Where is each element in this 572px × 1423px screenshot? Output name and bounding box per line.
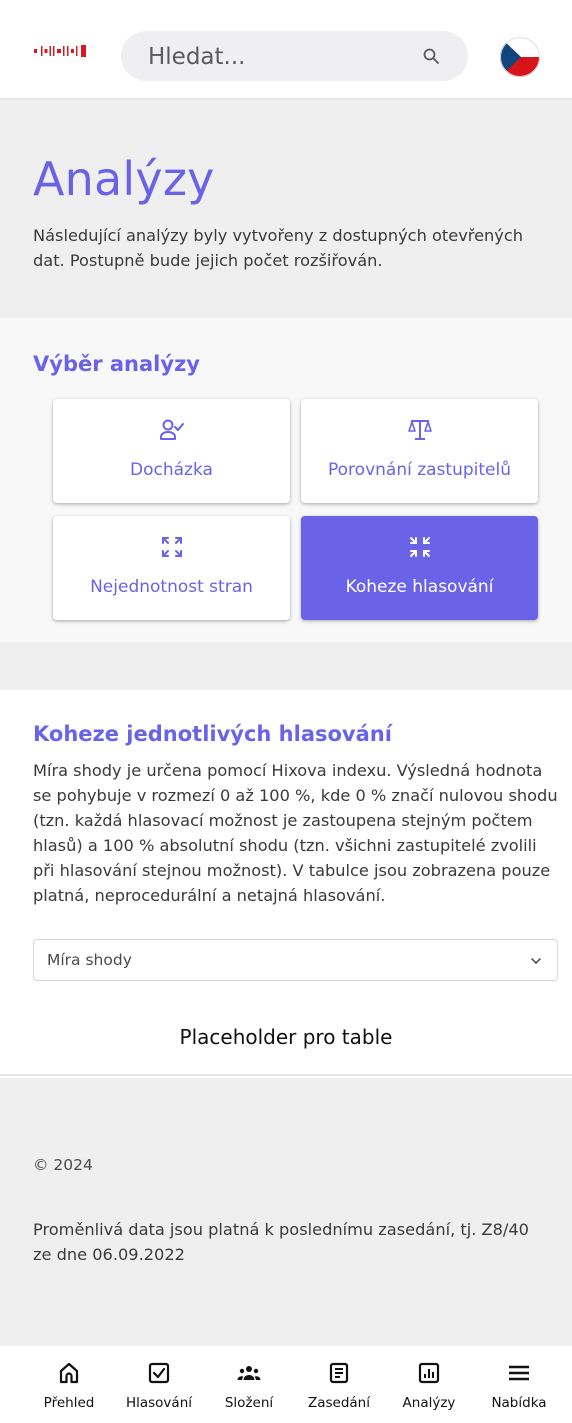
section-spacer xyxy=(0,642,572,690)
chart-icon xyxy=(418,1362,440,1384)
data-validity-note: Proměnlivá data jsou platná k poslednímu… xyxy=(33,1220,529,1264)
nav-item-zasedani[interactable]: Zasedání xyxy=(294,1346,384,1423)
card-label: Porovnání zastupitelů xyxy=(328,460,511,480)
cohesion-description: Míra shody je určena pomocí Hixova index… xyxy=(33,761,558,905)
cohesion-title: Koheze jednotlivých hlasování xyxy=(33,722,392,746)
person-check-icon xyxy=(159,419,184,440)
site-logo[interactable] xyxy=(34,45,106,57)
nav-label: Zasedání xyxy=(307,1395,370,1411)
page-title: Analýzy xyxy=(33,152,215,206)
nav-item-analyzy[interactable]: Analýzy xyxy=(384,1346,474,1423)
chevron-down-icon xyxy=(531,958,541,964)
nav-item-slozeni[interactable]: Složení xyxy=(204,1346,294,1423)
nav-label: Hlasování xyxy=(125,1395,193,1411)
card-label: Docházka xyxy=(130,460,213,480)
expand-arrows-icon xyxy=(161,537,182,557)
nav-label: Složení xyxy=(224,1395,274,1411)
page-footer: © 2024 Proměnlivá data jsou platná k pos… xyxy=(0,1078,572,1346)
search-icon[interactable] xyxy=(422,47,440,65)
bottom-navigation: Přehled Hlasování Složení Zasedání Analý… xyxy=(0,1346,572,1423)
card-nejednotnost-stran[interactable]: Nejednotnost stran xyxy=(53,516,290,620)
card-koheze-hlasovani[interactable]: Koheze hlasování xyxy=(301,516,538,620)
select-value: Míra shody xyxy=(47,951,132,969)
scales-icon xyxy=(407,420,432,440)
nav-label: Přehled xyxy=(43,1395,95,1411)
card-porovnani-zastupitelu[interactable]: Porovnání zastupitelů xyxy=(301,399,538,503)
collapse-arrows-icon xyxy=(409,537,430,557)
nav-label: Analýzy xyxy=(402,1395,456,1411)
search-input[interactable]: Hledat... xyxy=(121,31,468,81)
selector-title: Výběr analýzy xyxy=(33,352,200,376)
search-placeholder: Hledat... xyxy=(148,44,246,70)
card-label: Nejednotnost stran xyxy=(90,577,253,597)
intro-section: Analýzy Následující analýzy byly vytvoře… xyxy=(0,100,572,318)
menu-icon xyxy=(509,1365,529,1381)
copyright: © 2024 xyxy=(33,1156,93,1174)
nav-label: Nabídka xyxy=(491,1395,547,1411)
table-placeholder: Placeholder pro table xyxy=(179,1025,393,1049)
home-icon xyxy=(59,1362,79,1384)
nav-item-hlasovani[interactable]: Hlasování xyxy=(114,1346,204,1423)
nav-item-prehled[interactable]: Přehled xyxy=(24,1346,114,1423)
checkbox-icon xyxy=(148,1362,170,1384)
card-dochazka[interactable]: Docházka xyxy=(53,399,290,503)
document-icon xyxy=(329,1362,349,1384)
intro-description: Následující analýzy byly vytvořeny z dos… xyxy=(33,226,524,270)
group-icon xyxy=(237,1366,261,1380)
cohesion-section: Koheze jednotlivých hlasování Míra shody… xyxy=(0,690,572,1076)
nav-item-nabidka[interactable]: Nabídka xyxy=(474,1346,564,1423)
czech-flag-icon[interactable] xyxy=(500,37,540,77)
app-header: Hledat... xyxy=(0,0,572,100)
analysis-selector: Výběr analýzy Docházka Porovnání zastupi… xyxy=(0,318,572,642)
metric-select[interactable]: Míra shody xyxy=(33,939,558,981)
card-label: Koheze hlasování xyxy=(345,577,494,597)
